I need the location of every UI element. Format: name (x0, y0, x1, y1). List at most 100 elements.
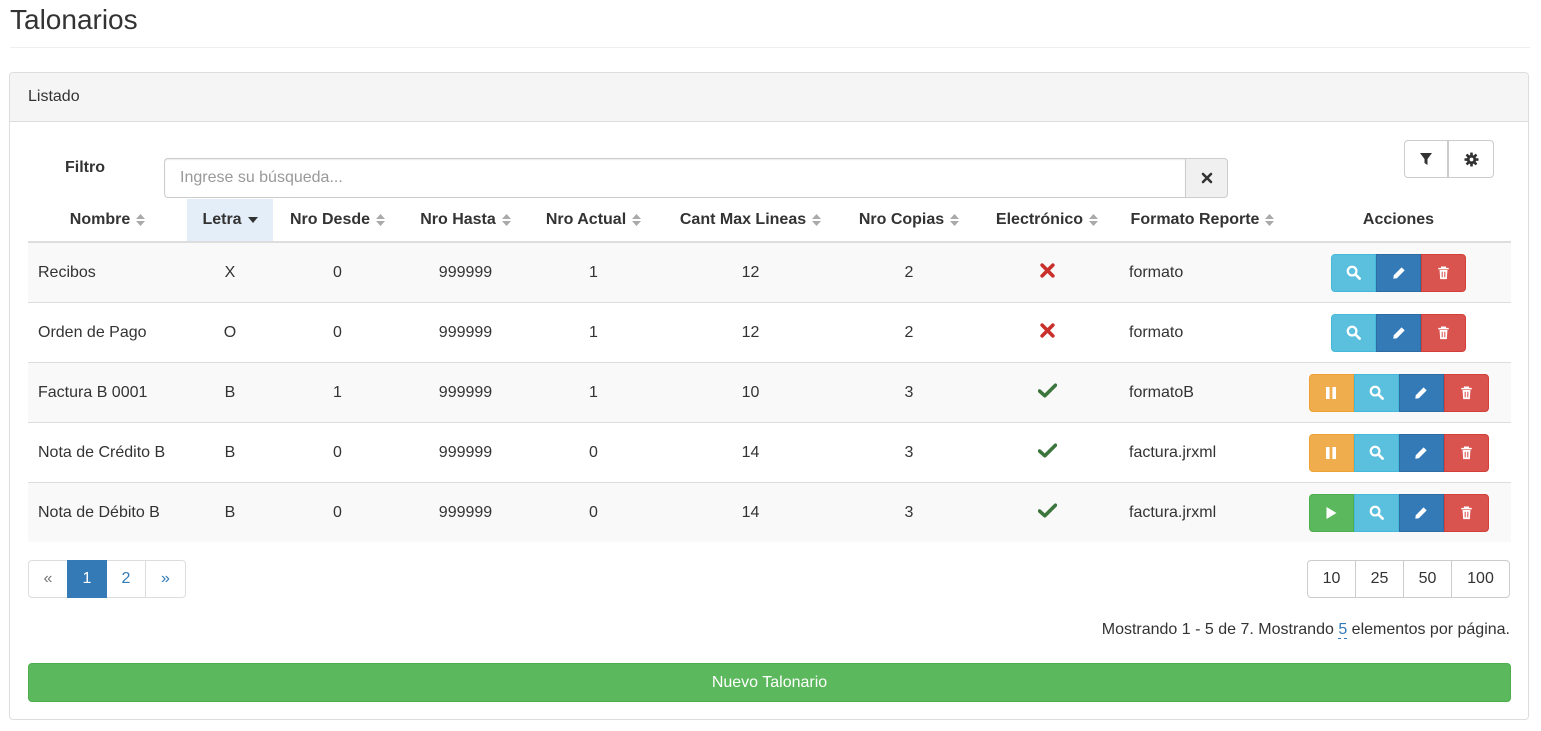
trash-icon (1460, 446, 1472, 459)
cell-electronico (975, 241, 1119, 303)
column-header-label: Formato Reporte (1130, 211, 1260, 228)
column-header-letra[interactable]: Letra (187, 199, 273, 243)
cell-copias: 3 (843, 482, 975, 542)
view-button[interactable] (1353, 493, 1399, 532)
column-header-cant-max-lineas[interactable]: Cant Max Lineas (658, 199, 843, 243)
sort-icon (950, 213, 960, 226)
settings-button[interactable] (1448, 140, 1494, 178)
pagination-prev[interactable]: « (28, 560, 68, 598)
sort-icon (1089, 213, 1099, 226)
column-header-formato-reporte[interactable]: Formato Reporte (1119, 199, 1286, 243)
panel-heading: Listado (10, 73, 1528, 122)
cell-copias: 2 (843, 302, 975, 363)
page-size-50[interactable]: 50 (1403, 560, 1452, 598)
gear-icon (1463, 151, 1479, 167)
trash-icon (1460, 506, 1472, 519)
search-input[interactable] (164, 158, 1185, 198)
column-header-nro-hasta[interactable]: Nro Hasta (402, 199, 529, 243)
sort-desc-icon (247, 216, 258, 223)
filter-icon (1420, 153, 1432, 165)
pause-button[interactable] (1308, 373, 1354, 412)
cell-acciones (1286, 422, 1511, 483)
cell-formato: formato (1119, 302, 1286, 363)
column-header-acciones: Acciones (1286, 199, 1511, 243)
search-icon (1346, 265, 1361, 280)
talonarios-table: Nombre Letra Nro Desde Nro Hasta Nro Actual C… (28, 199, 1511, 542)
cell-actual: 0 (529, 482, 658, 542)
cell-formato: formatoB (1119, 362, 1286, 423)
edit-button[interactable] (1376, 313, 1421, 352)
delete-button[interactable] (1421, 253, 1466, 292)
column-header-label: Nro Desde (289, 211, 371, 228)
cell-max-lineas: 14 (658, 482, 843, 542)
delete-button[interactable] (1443, 433, 1489, 472)
cell-nombre: Orden de Pago (28, 302, 187, 363)
delete-button[interactable] (1443, 493, 1489, 532)
view-button[interactable] (1353, 373, 1399, 412)
results-summary: Mostrando 1 - 5 de 7. Mostrando 5 elemen… (1102, 621, 1510, 639)
play-icon (1326, 506, 1336, 519)
column-header-label: Nro Actual (545, 211, 627, 228)
edit-button[interactable] (1376, 253, 1421, 292)
filter-toggle-button[interactable] (1404, 140, 1448, 178)
sort-icon (376, 213, 386, 226)
pause-icon (1326, 446, 1336, 459)
cell-acciones (1286, 302, 1511, 363)
summary-prefix: Mostrando 1 - 5 de 7. Mostrando (1101, 621, 1339, 638)
pagination-next[interactable]: » (145, 560, 186, 598)
search-icon (1369, 445, 1384, 460)
per-page-link[interactable]: 5 (1338, 621, 1348, 639)
close-icon (1201, 172, 1212, 184)
cell-electronico (975, 362, 1119, 423)
pagination-page-1[interactable]: 1 (67, 560, 107, 598)
cell-formato: factura.jrxml (1119, 482, 1286, 542)
new-talonario-button[interactable]: Nuevo Talonario (28, 663, 1511, 702)
pencil-icon (1392, 266, 1405, 279)
page-size-100[interactable]: 100 (1451, 560, 1510, 598)
play-button[interactable] (1308, 493, 1354, 532)
cell-copias: 3 (843, 422, 975, 483)
cell-actual: 0 (529, 422, 658, 483)
cross-icon (1039, 322, 1055, 338)
cell-desde: 0 (273, 482, 402, 542)
column-header-nro-copias[interactable]: Nro Copias (843, 199, 975, 243)
filter-group (164, 158, 1228, 198)
page-size-10[interactable]: 10 (1307, 560, 1356, 598)
cell-max-lineas: 12 (658, 302, 843, 363)
edit-button[interactable] (1398, 433, 1444, 472)
cell-letra: B (187, 482, 273, 542)
listado-panel: Listado Filtro Ingrese su búsqueda... No… (9, 72, 1529, 720)
view-button[interactable] (1353, 433, 1399, 472)
delete-button[interactable] (1421, 313, 1466, 352)
cell-electronico (975, 422, 1119, 483)
view-button[interactable] (1331, 313, 1376, 352)
column-header-label: Letra (202, 211, 242, 228)
cell-letra: B (187, 422, 273, 483)
cell-hasta: 999999 (402, 422, 529, 483)
sort-icon (1265, 213, 1275, 226)
view-button[interactable] (1331, 253, 1376, 292)
cell-acciones (1286, 241, 1511, 303)
trash-icon (1460, 386, 1472, 399)
edit-button[interactable] (1398, 373, 1444, 412)
cell-desde: 0 (273, 302, 402, 363)
cell-formato: factura.jrxml (1119, 422, 1286, 483)
delete-button[interactable] (1443, 373, 1489, 412)
cell-acciones (1286, 482, 1511, 542)
edit-button[interactable] (1398, 493, 1444, 532)
check-icon (1037, 382, 1057, 398)
cell-letra: O (187, 302, 273, 363)
column-header-electrónico[interactable]: Electrónico (975, 199, 1119, 243)
column-header-nro-actual[interactable]: Nro Actual (529, 199, 658, 243)
cell-actual: 1 (529, 362, 658, 423)
cell-hasta: 999999 (402, 302, 529, 363)
pause-button[interactable] (1308, 433, 1354, 472)
column-header-nombre[interactable]: Nombre (28, 199, 187, 243)
title-divider (10, 47, 1530, 48)
pagination-page-2[interactable]: 2 (106, 560, 146, 598)
column-header-nro-desde[interactable]: Nro Desde (273, 199, 402, 243)
trash-icon (1438, 266, 1449, 279)
clear-filter-button[interactable] (1185, 158, 1228, 198)
page-size-25[interactable]: 25 (1355, 560, 1404, 598)
cell-nombre: Nota de Débito B (28, 482, 187, 542)
